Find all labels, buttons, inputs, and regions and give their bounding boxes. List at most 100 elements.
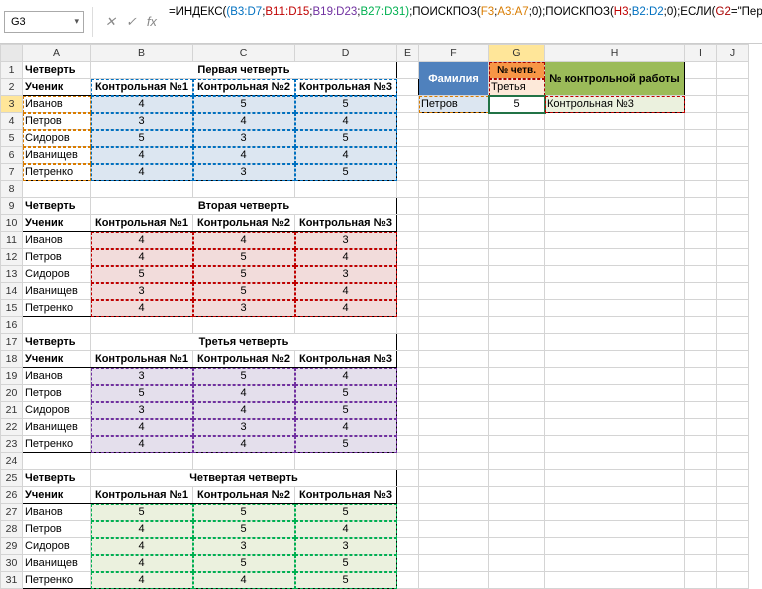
cell[interactable] <box>419 351 489 368</box>
cell-G1[interactable]: № четв. <box>489 62 545 79</box>
row-header[interactable]: 7 <box>1 164 23 181</box>
cell[interactable]: 3 <box>91 402 193 419</box>
row-header[interactable]: 13 <box>1 266 23 283</box>
cell[interactable] <box>489 521 545 538</box>
cell[interactable] <box>397 215 419 232</box>
col-header-I[interactable]: I <box>685 45 717 62</box>
cell[interactable] <box>545 385 685 402</box>
row-header[interactable]: 6 <box>1 147 23 164</box>
cell[interactable] <box>545 487 685 504</box>
cell-E1[interactable] <box>397 62 419 79</box>
cell[interactable]: 4 <box>295 283 397 300</box>
row-header[interactable]: 3 <box>1 96 23 113</box>
cell[interactable] <box>397 113 419 130</box>
cell[interactable] <box>397 266 419 283</box>
row-header[interactable]: 17 <box>1 334 23 351</box>
cell[interactable]: 5 <box>193 368 295 385</box>
cell[interactable] <box>419 402 489 419</box>
cell[interactable]: 3 <box>91 368 193 385</box>
cell[interactable] <box>717 232 749 249</box>
cell[interactable] <box>545 215 685 232</box>
cell[interactable] <box>397 555 419 572</box>
cell[interactable] <box>545 181 685 198</box>
cell[interactable]: 4 <box>91 419 193 436</box>
cell[interactable]: Ученик <box>23 215 91 232</box>
cell[interactable] <box>717 164 749 181</box>
cell[interactable] <box>545 232 685 249</box>
row-header[interactable]: 8 <box>1 181 23 198</box>
cell[interactable] <box>419 555 489 572</box>
cell-D3[interactable]: 5 <box>295 96 397 113</box>
cell[interactable]: 3 <box>295 232 397 249</box>
cell[interactable] <box>685 283 717 300</box>
cell[interactable]: Контрольная №2 <box>193 215 295 232</box>
cell[interactable] <box>419 453 489 470</box>
cell[interactable]: 5 <box>295 385 397 402</box>
cell[interactable] <box>419 283 489 300</box>
cell[interactable] <box>397 249 419 266</box>
cell[interactable] <box>545 572 685 589</box>
cell[interactable] <box>419 317 489 334</box>
cell[interactable] <box>419 198 489 215</box>
cell[interactable]: Петров <box>23 385 91 402</box>
cell[interactable] <box>397 181 419 198</box>
cell[interactable] <box>397 334 419 351</box>
cell-B1D1[interactable]: Первая четверть <box>91 62 397 79</box>
cell[interactable] <box>717 300 749 317</box>
cell[interactable] <box>545 147 685 164</box>
cell[interactable]: 4 <box>91 521 193 538</box>
row-header[interactable]: 10 <box>1 215 23 232</box>
row-header[interactable]: 21 <box>1 402 23 419</box>
cell-J3[interactable] <box>717 96 749 113</box>
cell[interactable] <box>717 283 749 300</box>
cell[interactable] <box>193 181 295 198</box>
cell[interactable] <box>717 538 749 555</box>
cell[interactable] <box>419 487 489 504</box>
cell[interactable] <box>717 385 749 402</box>
cell[interactable]: Сидоров <box>23 538 91 555</box>
cell[interactable]: Петров <box>23 249 91 266</box>
cell[interactable] <box>397 572 419 589</box>
cell[interactable] <box>717 215 749 232</box>
row-header[interactable]: 5 <box>1 130 23 147</box>
cell[interactable]: Иванов <box>23 368 91 385</box>
cell[interactable] <box>545 555 685 572</box>
cell[interactable] <box>717 266 749 283</box>
cell[interactable] <box>397 487 419 504</box>
cell[interactable]: 4 <box>295 419 397 436</box>
cell[interactable] <box>545 317 685 334</box>
cell[interactable] <box>685 504 717 521</box>
cell[interactable] <box>717 419 749 436</box>
cell[interactable]: 5 <box>91 130 193 147</box>
cell[interactable] <box>545 300 685 317</box>
cell[interactable] <box>419 300 489 317</box>
fx-icon[interactable]: fx <box>147 14 157 30</box>
row-header[interactable]: 4 <box>1 113 23 130</box>
cell[interactable]: 5 <box>295 504 397 521</box>
cell[interactable] <box>397 453 419 470</box>
cell[interactable] <box>419 419 489 436</box>
enter-icon[interactable]: ✓ <box>126 14 137 30</box>
cell[interactable] <box>717 470 749 487</box>
cell[interactable] <box>489 300 545 317</box>
cell[interactable] <box>545 198 685 215</box>
cell[interactable] <box>717 249 749 266</box>
cell[interactable]: 4 <box>295 113 397 130</box>
cell[interactable]: 4 <box>295 300 397 317</box>
cell[interactable] <box>419 215 489 232</box>
cell[interactable] <box>545 249 685 266</box>
cell[interactable]: 5 <box>295 130 397 147</box>
cell[interactable]: Петренко <box>23 572 91 589</box>
cell[interactable] <box>489 130 545 147</box>
cell[interactable]: 5 <box>193 555 295 572</box>
cell[interactable] <box>717 351 749 368</box>
cell[interactable]: 5 <box>295 436 397 453</box>
cell[interactable]: 4 <box>91 232 193 249</box>
cell[interactable]: Петренко <box>23 300 91 317</box>
cell[interactable] <box>685 453 717 470</box>
cell-J1[interactable] <box>717 62 749 79</box>
cell[interactable] <box>397 130 419 147</box>
row-header[interactable]: 25 <box>1 470 23 487</box>
cell-E3[interactable] <box>397 96 419 113</box>
cell[interactable] <box>685 249 717 266</box>
